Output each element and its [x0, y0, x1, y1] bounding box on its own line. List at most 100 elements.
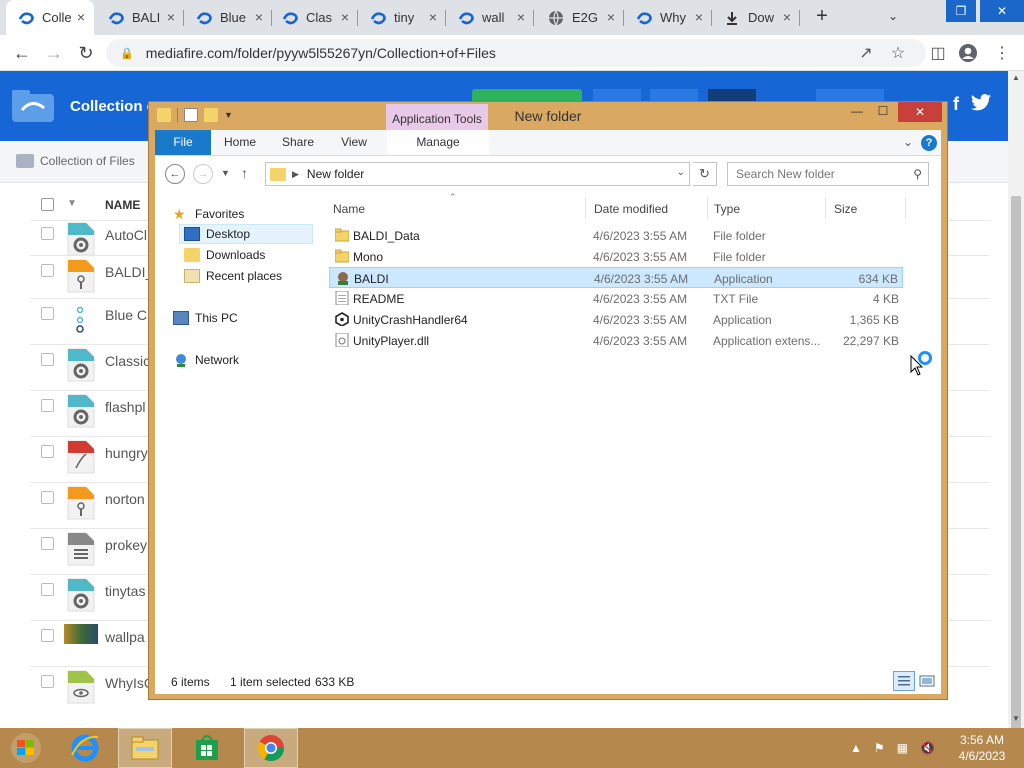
file-name[interactable]: AutoCl [105, 227, 147, 243]
profile-avatar-icon[interactable] [958, 43, 978, 63]
reload-icon[interactable]: ↻ [74, 41, 98, 65]
menu-kebab-icon[interactable]: ⋮ [992, 43, 1012, 63]
select-all-checkbox[interactable] [41, 198, 54, 211]
system-clock[interactable]: 3:56 AM 4/6/2023 [950, 732, 1014, 764]
row-checkbox[interactable] [41, 264, 54, 277]
file-explorer-icon[interactable] [118, 728, 172, 768]
browser-tab[interactable]: Why × [624, 0, 712, 35]
nav-favorites[interactable]: ★ Favorites [173, 204, 244, 224]
row-checkbox[interactable] [41, 675, 54, 688]
row-checkbox[interactable] [41, 583, 54, 596]
browser-tab[interactable]: tiny × [358, 0, 446, 35]
file-name[interactable]: BALDI_ [105, 264, 153, 280]
store-icon[interactable] [180, 728, 234, 768]
explorer-title-bar[interactable]: ▼ New folder [149, 102, 947, 130]
nav-this-pc[interactable]: This PC [173, 308, 238, 328]
close-tab-icon[interactable]: × [74, 10, 88, 24]
breadcrumb-chevron-icon[interactable]: ▶ [292, 169, 299, 180]
maximize-icon[interactable]: ☐ [873, 104, 893, 122]
row-checkbox[interactable] [41, 445, 54, 458]
tab-manage[interactable]: Manage [387, 130, 489, 155]
row-checkbox[interactable] [41, 307, 54, 320]
browser-tab[interactable]: wall × [446, 0, 534, 35]
close-tab-icon[interactable]: × [692, 10, 706, 24]
chrome-icon[interactable] [244, 728, 298, 768]
up-arrow-icon[interactable]: ↑ [241, 165, 248, 181]
browser-tab[interactable]: Colle × [6, 0, 94, 35]
row-checkbox[interactable] [41, 227, 54, 240]
volume-muted-icon[interactable]: 🔇 [920, 741, 935, 755]
column-type[interactable]: Type [714, 202, 740, 216]
internet-explorer-icon[interactable] [58, 728, 112, 768]
row-checkbox[interactable] [41, 491, 54, 504]
page-scrollbar[interactable]: ▲ ▼ [1008, 71, 1024, 736]
browser-tab[interactable]: Blue × [184, 0, 272, 35]
row-checkbox[interactable] [41, 399, 54, 412]
bookmark-star-icon[interactable]: ☆ [888, 43, 908, 63]
twitter-icon[interactable] [966, 93, 996, 121]
refresh-icon[interactable]: ↻ [693, 162, 717, 186]
nav-recent-places[interactable]: Recent places [184, 266, 282, 286]
new-tab-button[interactable]: + [810, 5, 834, 28]
row-checkbox[interactable] [41, 537, 54, 550]
column-size[interactable]: Size [834, 202, 857, 216]
large-icons-view-icon[interactable] [917, 671, 937, 691]
show-hidden-icons-chevron-icon[interactable]: ▲ [850, 741, 862, 755]
forward-arrow-icon[interactable]: → [193, 164, 213, 184]
forward-arrow-icon[interactable]: → [42, 41, 66, 65]
browser-tab[interactable]: Dow × [712, 0, 800, 35]
sort-chevron-icon[interactable]: ▼ [67, 198, 77, 209]
back-arrow-icon[interactable]: ← [165, 164, 185, 184]
search-input[interactable]: Search New folder ⚲ [727, 162, 929, 186]
file-name[interactable]: flashpl [105, 399, 145, 415]
close-tab-icon[interactable]: × [514, 10, 528, 24]
row-checkbox[interactable] [41, 353, 54, 366]
file-row[interactable]: Mono 4/6/2023 3:55 AM File folder [329, 246, 903, 267]
tab-view[interactable]: View [331, 130, 377, 155]
details-view-icon[interactable] [893, 671, 915, 691]
close-tab-icon[interactable]: × [426, 10, 440, 24]
file-name[interactable]: wallpa [105, 629, 145, 645]
minimize-icon[interactable]: — [847, 104, 867, 122]
file-row[interactable]: BALDI 4/6/2023 3:55 AM Application 634 KB [329, 267, 903, 288]
scrollbar-thumb[interactable] [1011, 196, 1021, 736]
network-status-icon[interactable]: ▦ [897, 741, 908, 755]
breadcrumb[interactable]: Collection of Files [16, 154, 135, 168]
help-icon[interactable]: ? [921, 135, 937, 151]
browser-tab[interactable]: E2G × [536, 0, 624, 35]
address-dropdown-chevron-icon[interactable]: ⌄ [677, 167, 685, 178]
scroll-up-icon[interactable]: ▲ [1012, 73, 1020, 82]
side-panel-icon[interactable]: ◫ [928, 43, 948, 63]
close-tab-icon[interactable]: × [338, 10, 352, 24]
tab-file[interactable]: File [155, 130, 211, 155]
close-tab-icon[interactable]: × [604, 10, 618, 24]
close-window-icon[interactable]: ✕ [980, 0, 1024, 22]
file-row[interactable]: UnityCrashHandler64 4/6/2023 3:55 AM Appli… [329, 309, 903, 330]
action-center-flag-icon[interactable]: ⚑ [874, 741, 885, 755]
file-row[interactable]: BALDI_Data 4/6/2023 3:55 AM File folder [329, 225, 903, 246]
close-tab-icon[interactable]: × [780, 10, 794, 24]
recent-locations-chevron-icon[interactable]: ▼ [221, 168, 230, 178]
close-icon[interactable]: ✕ [898, 102, 942, 122]
file-name[interactable]: WhyIsC [105, 675, 154, 691]
file-explorer-window[interactable]: ▼ New folder Application Tools — ☐ ✕ Fil… [148, 101, 948, 700]
back-arrow-icon[interactable]: ← [10, 41, 34, 65]
tab-share[interactable]: Share [275, 130, 321, 155]
tab-home[interactable]: Home [217, 130, 263, 155]
file-name[interactable]: hungry [105, 445, 148, 461]
column-name[interactable]: Name [333, 202, 365, 216]
restore-window-icon[interactable]: ❐ [946, 0, 976, 22]
address-bar[interactable]: 🔒 mediafire.com/folder/pyyw5l55267yn/Col… [106, 39, 926, 67]
file-name[interactable]: tinytas [105, 583, 145, 599]
share-icon[interactable]: ↗ [856, 43, 876, 63]
close-tab-icon[interactable]: × [164, 10, 178, 24]
column-date-modified[interactable]: Date modified [594, 202, 668, 216]
nav-network[interactable]: Network [173, 350, 239, 370]
nav-downloads[interactable]: Downloads [184, 245, 265, 265]
close-tab-icon[interactable]: × [252, 10, 266, 24]
tab-search-chevron-icon[interactable]: ⌄ [888, 9, 898, 23]
row-checkbox[interactable] [41, 629, 54, 642]
file-row[interactable]: UnityPlayer.dll 4/6/2023 3:55 AM Applicati… [329, 330, 903, 351]
browser-tab[interactable]: BALI × [96, 0, 184, 35]
file-row[interactable]: README 4/6/2023 3:55 AM TXT File 4 KB [329, 288, 903, 309]
